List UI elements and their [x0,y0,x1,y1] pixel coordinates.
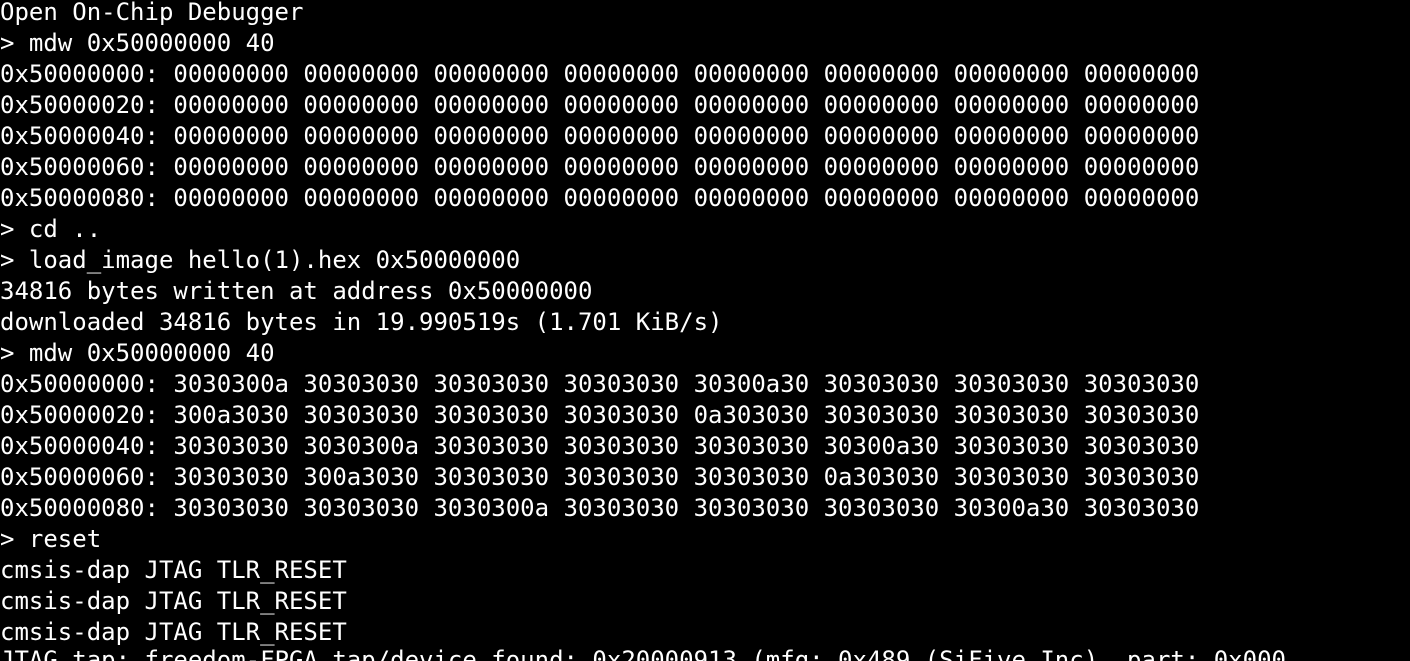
terminal-line: 0x50000020: 00000000 00000000 00000000 0… [0,91,1200,119]
terminal-line: 0x50000020: 300a3030 30303030 30303030 3… [0,401,1200,429]
terminal-line: 0x50000000: 3030300a 30303030 30303030 3… [0,370,1200,398]
terminal-line: 0x50000060: 30303030 300a3030 30303030 3… [0,463,1200,491]
terminal-line: > reset [0,525,102,553]
terminal-line: 0x50000080: 30303030 30303030 3030300a 3… [0,494,1200,522]
terminal-line: 0x50000000: 00000000 00000000 00000000 0… [0,60,1200,88]
terminal-line: 0x50000080: 00000000 00000000 00000000 0… [0,184,1200,212]
terminal-line: > load_image hello(1).hex 0x50000000 [0,246,521,274]
terminal-window[interactable]: Open On-Chip Debugger > mdw 0x50000000 4… [0,0,1410,661]
terminal-line: cmsis-dap JTAG TLR_RESET [0,587,347,615]
terminal-line: 34816 bytes written at address 0x5000000… [0,277,593,305]
terminal-line: cmsis-dap JTAG TLR_RESET [0,618,347,646]
terminal-line: Open On-Chip Debugger [0,0,304,26]
terminal-line: 0x50000040: 30303030 3030300a 30303030 3… [0,432,1200,460]
terminal-line: 0x50000040: 00000000 00000000 00000000 0… [0,122,1200,150]
terminal-line: > mdw 0x50000000 40 [0,339,275,367]
terminal-line: 0x50000060: 00000000 00000000 00000000 0… [0,153,1200,181]
terminal-line: > cd .. [0,215,102,243]
terminal-line: downloaded 34816 bytes in 19.990519s (1.… [0,308,723,336]
terminal-line: cmsis-dap JTAG TLR_RESET [0,556,347,584]
terminal-line: > mdw 0x50000000 40 [0,29,275,57]
terminal-line: JTAG tap: freedom-FPGA.tap/device found:… [0,646,1286,661]
